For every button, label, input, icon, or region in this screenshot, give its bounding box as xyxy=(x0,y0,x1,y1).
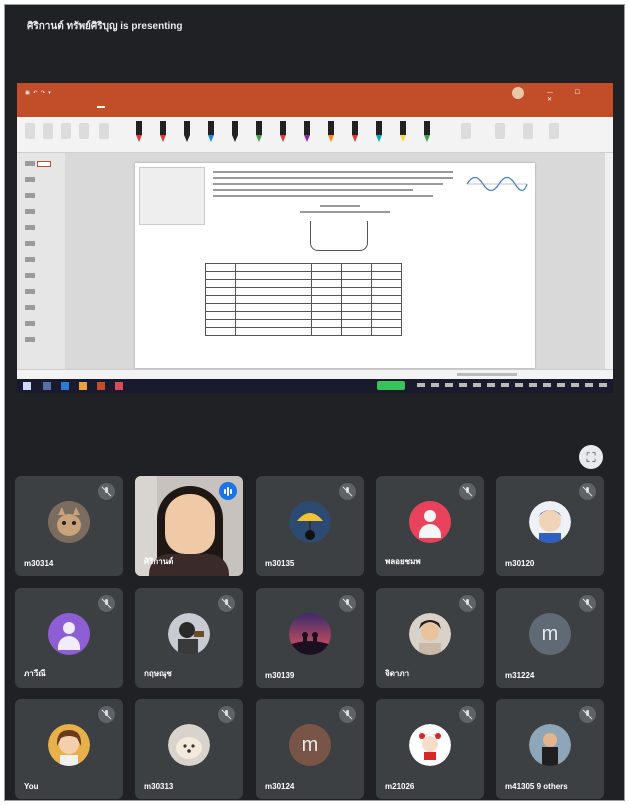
participant-name: m30120 xyxy=(505,559,535,568)
participant-tile-active-speaker[interactable]: ศิริกานต์ xyxy=(135,476,243,576)
participant-tile[interactable]: m30120 xyxy=(496,476,604,576)
slide-beaker-diagram xyxy=(310,221,368,251)
ppt-title-bar: ▣ ↶ ↷ ▾ — ☐ ✕ xyxy=(17,83,613,105)
avatar: m xyxy=(289,724,331,766)
ppt-scrollbar[interactable] xyxy=(605,153,613,369)
ppt-user-avatar xyxy=(512,87,524,99)
avatar xyxy=(168,613,210,655)
participant-name: ศิริกานต์ xyxy=(144,557,174,566)
ppt-drawing-tools-pane xyxy=(17,153,65,369)
mic-off-icon xyxy=(98,595,115,612)
participant-name: ภาวีณี xyxy=(24,669,46,678)
audio-wave-icon xyxy=(219,482,237,500)
mic-off-icon xyxy=(579,595,596,612)
window-controls: — ☐ ✕ xyxy=(547,90,591,103)
mic-off-icon xyxy=(98,706,115,723)
mic-off-icon xyxy=(579,483,596,500)
mic-off-icon xyxy=(459,595,476,612)
participant-name: m21026 xyxy=(385,782,415,791)
windows-taskbar xyxy=(17,379,613,393)
participant-tile[interactable]: m30314 xyxy=(15,476,123,576)
avatar xyxy=(529,724,571,766)
mic-off-icon xyxy=(459,483,476,500)
mic-off-icon xyxy=(579,706,596,723)
quick-access-toolbar: ▣ ↶ ↷ ▾ xyxy=(25,90,52,96)
ppt-slide-canvas xyxy=(65,153,605,369)
avatar xyxy=(409,501,451,543)
mic-off-icon xyxy=(339,483,356,500)
participant-tile-others[interactable]: m41305 9 others xyxy=(496,699,604,799)
tab-draw xyxy=(97,106,105,108)
participant-name: m30139 xyxy=(265,671,295,680)
participant-name: กฤษณุช xyxy=(144,669,172,678)
avatar xyxy=(48,501,90,543)
participant-tile[interactable]: m21026 xyxy=(376,699,484,799)
avatar xyxy=(168,724,210,766)
mic-off-icon xyxy=(459,706,476,723)
participant-tile[interactable]: m30313 xyxy=(135,699,243,799)
ppt-status-bar xyxy=(17,369,613,379)
meet-window: ศิริกานต์ ทรัพย์ศิริบุญ is presenting ▣ … xyxy=(4,4,625,801)
participant-name: พลอยชมพ xyxy=(385,557,421,566)
battery-indicator xyxy=(377,381,405,390)
participant-name: จิดาภา xyxy=(385,669,410,678)
slide-wave-diagram xyxy=(466,176,528,192)
participant-tile[interactable]: พลอยชมพ xyxy=(376,476,484,576)
avatar xyxy=(409,613,451,655)
avatar: m xyxy=(529,613,571,655)
participant-name: m30135 xyxy=(265,559,295,568)
shared-screen[interactable]: ▣ ↶ ↷ ▾ — ☐ ✕ xyxy=(17,83,613,393)
participant-name: You xyxy=(24,782,39,791)
participant-name: m30314 xyxy=(24,559,54,568)
participant-name: m30313 xyxy=(144,782,174,791)
participant-tile[interactable]: m30139 xyxy=(256,588,364,688)
ppt-ribbon xyxy=(17,117,613,153)
avatar xyxy=(289,613,331,655)
mic-off-icon xyxy=(218,706,235,723)
slide-image xyxy=(139,167,205,225)
mic-off-icon xyxy=(339,706,356,723)
participant-tile[interactable]: ภาวีณี xyxy=(15,588,123,688)
mic-off-icon xyxy=(339,595,356,612)
slide xyxy=(135,163,535,368)
participant-name: m31224 xyxy=(505,671,535,680)
avatar xyxy=(289,501,331,543)
participant-tile-self[interactable]: You xyxy=(15,699,123,799)
fullscreen-button[interactable]: ⛶ xyxy=(579,445,603,469)
system-tray xyxy=(417,383,607,387)
participant-name: m30124 xyxy=(265,782,295,791)
avatar xyxy=(48,613,90,655)
participant-tile[interactable]: m m31224 xyxy=(496,588,604,688)
participant-tile[interactable]: จิดาภา xyxy=(376,588,484,688)
participant-tile[interactable]: m30135 xyxy=(256,476,364,576)
participant-name: m41305 9 others xyxy=(505,782,568,791)
zoom-slider[interactable] xyxy=(457,373,517,376)
avatar xyxy=(409,724,451,766)
participant-tile[interactable]: กฤษณุช xyxy=(135,588,243,688)
participant-name-text: m41305 xyxy=(505,782,535,791)
avatar xyxy=(48,724,90,766)
ppt-ribbon-tabs xyxy=(17,105,613,117)
participant-tile[interactable]: m m30124 xyxy=(256,699,364,799)
avatar xyxy=(529,501,571,543)
slide-table xyxy=(205,263,402,336)
presenter-banner: ศิริกานต์ ทรัพย์ศิริบุญ is presenting xyxy=(27,21,183,32)
mic-off-icon xyxy=(218,595,235,612)
fullscreen-icon: ⛶ xyxy=(586,449,596,465)
mic-off-icon xyxy=(98,483,115,500)
others-count: 9 others xyxy=(536,782,568,791)
